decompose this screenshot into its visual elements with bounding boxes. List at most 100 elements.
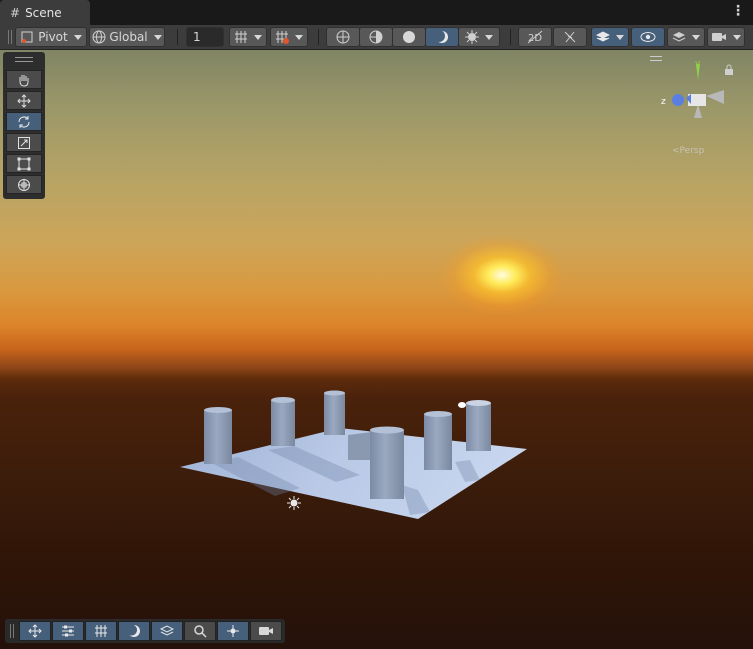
solid-sphere-icon (403, 31, 415, 43)
sliders-icon (62, 625, 74, 637)
wireframe-mode-button[interactable] (326, 27, 360, 47)
crescent-icon (127, 624, 140, 637)
overlay-toolbar-grip[interactable] (10, 624, 14, 638)
rect-transform-icon (17, 157, 31, 170)
grid-size-input[interactable]: 1 (186, 27, 224, 47)
globe-icon (92, 30, 106, 44)
2d-mode-button[interactable]: 2D (518, 27, 552, 47)
cylinder-object[interactable] (370, 426, 404, 500)
eye-icon (640, 32, 656, 42)
lighting-toggle-button[interactable] (553, 27, 587, 47)
rotate-tool-button[interactable] (6, 112, 42, 131)
global-label: Global (109, 30, 148, 44)
2d-mode-icon: 2D (527, 30, 542, 44)
transform-icon (18, 178, 30, 191)
grid-icon (95, 625, 107, 637)
wireframe-sphere-icon (336, 30, 350, 44)
transform-tool-button[interactable] (6, 175, 42, 194)
unlit-mode-button[interactable] (392, 27, 426, 47)
cylinder-object[interactable] (324, 390, 345, 436)
camera-dropdown[interactable] (707, 27, 745, 47)
render-debug-dropdown[interactable] (458, 27, 500, 47)
cylinder-object[interactable] (424, 411, 452, 470)
projection-label[interactable]: <Persp (672, 146, 704, 156)
chevron-down-icon (73, 34, 82, 40)
svg-text:2D: 2D (528, 33, 542, 44)
light-probe[interactable] (458, 402, 466, 408)
camera-overlay-button[interactable] (250, 621, 282, 641)
grid-hash-icon: # (10, 5, 21, 20)
toolbar-separator (510, 29, 511, 45)
shaded-mode-button[interactable] (425, 27, 459, 47)
lighting-overlay-button[interactable] (118, 621, 150, 641)
chevron-down-icon (692, 34, 700, 40)
shaded-sphere-icon (435, 30, 448, 43)
chevron-down-icon (616, 34, 624, 40)
tab-bar: # Scene ⋮ (0, 0, 753, 25)
scene-visibility-button[interactable] (631, 27, 665, 47)
projection-label-text: Persp (679, 146, 705, 156)
rect-tool-button[interactable] (6, 154, 42, 173)
chevron-down-icon (153, 34, 162, 40)
hand-tool-button[interactable] (6, 70, 42, 89)
grid-size-value: 1 (193, 30, 201, 44)
video-camera-icon (712, 33, 726, 41)
chevron-down-icon (733, 34, 741, 40)
tab-scene-label: Scene (25, 5, 62, 20)
move-arrows-icon (28, 624, 42, 638)
move-tool-button[interactable] (6, 91, 42, 110)
scene-geometry (180, 390, 527, 519)
lighting-off-icon (564, 31, 576, 43)
navigation-overlay-button[interactable] (217, 621, 249, 641)
rotate-icon (18, 115, 30, 128)
chevron-down-icon (295, 34, 303, 40)
tool-settings-overlay-button[interactable] (52, 621, 84, 641)
increment-snap-dropdown[interactable] (270, 27, 308, 47)
toolbar-grip[interactable] (8, 30, 12, 44)
global-dropdown[interactable]: Global (89, 27, 165, 47)
orientation-gizmo[interactable]: y z (658, 60, 738, 130)
chevron-left-icon: < (672, 146, 680, 156)
grid-snap-icon (235, 31, 247, 43)
cylinder-object[interactable] (271, 397, 295, 446)
pivot-dropdown[interactable]: Pivot (15, 27, 87, 47)
pivot-icon (21, 31, 33, 43)
gizmo-z-label: z (661, 97, 666, 107)
tab-scene[interactable]: # Scene (0, 0, 90, 25)
search-icon (194, 625, 207, 638)
gizmo-y-label: y (695, 60, 701, 69)
toolbar-separator (318, 29, 319, 45)
layers-dropdown[interactable] (667, 27, 705, 47)
scale-tool-button[interactable] (6, 133, 42, 152)
cube-object[interactable] (348, 432, 372, 460)
effects-dropdown[interactable] (591, 27, 629, 47)
grid-overlay-button[interactable] (85, 621, 117, 641)
cylinder-object[interactable] (204, 407, 232, 464)
search-overlay-button[interactable] (184, 621, 216, 641)
layers-icon (160, 625, 174, 636)
grid-snapping-dropdown[interactable] (229, 27, 267, 47)
layers-icon (672, 32, 686, 42)
cylinder-object[interactable] (466, 400, 491, 451)
directional-light-icon[interactable] (287, 496, 301, 510)
layers-overlay-button[interactable] (151, 621, 183, 641)
more-options-icon[interactable]: ⋮ (731, 3, 745, 19)
overlay-drag-handle[interactable] (15, 57, 33, 62)
scene-viewport[interactable]: y z <Persp (0, 50, 753, 649)
hand-icon (19, 74, 29, 87)
increment-snap-icon (276, 31, 289, 44)
camera-preview-icon (259, 627, 273, 635)
chevron-down-icon (254, 34, 262, 40)
scene-toolbar: Pivot Global 1 2D (0, 25, 753, 50)
shaded-wireframe-button[interactable] (359, 27, 393, 47)
debug-gear-icon (465, 30, 479, 44)
toolbar-separator (177, 29, 178, 45)
tools-overlay (3, 52, 45, 199)
shaded-wireframe-icon (369, 30, 383, 44)
scale-icon (18, 136, 30, 149)
effects-layers-icon (596, 31, 610, 42)
navigation-icon (227, 625, 239, 637)
move-arrows-icon (17, 93, 31, 108)
move-overlay-button[interactable] (19, 621, 51, 641)
chevron-down-icon (485, 34, 493, 40)
